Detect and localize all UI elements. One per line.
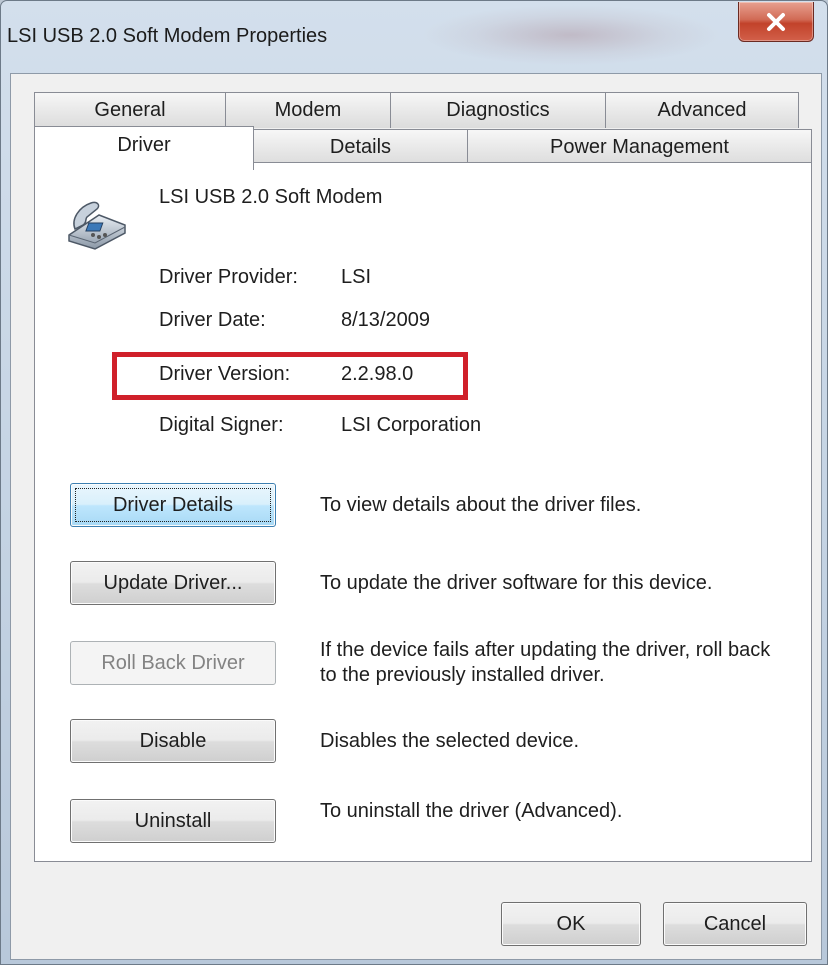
ok-button[interactable]: OK — [501, 902, 641, 946]
driver-version-label: Driver Version: — [159, 363, 291, 385]
cancel-button[interactable]: Cancel — [663, 902, 807, 946]
roll-back-driver-button[interactable]: Roll Back Driver — [70, 641, 276, 685]
driver-provider-label: Driver Provider: — [159, 266, 298, 288]
title-bar[interactable]: LSI USB 2.0 Soft Modem Properties — [1, 1, 827, 75]
driver-details-button[interactable]: Driver Details — [70, 483, 276, 527]
window-title: LSI USB 2.0 Soft Modem Properties — [7, 25, 328, 47]
device-name: LSI USB 2.0 Soft Modem — [159, 186, 383, 208]
disable-button[interactable]: Disable — [70, 719, 276, 763]
title-bar-glow — [421, 5, 721, 65]
driver-details-description: To view details about the driver files. — [320, 494, 642, 516]
update-driver-description: To update the driver software for this d… — [320, 572, 713, 594]
tab-details[interactable]: Details — [253, 129, 468, 165]
tab-diagnostics[interactable]: Diagnostics — [390, 92, 606, 128]
tab-advanced[interactable]: Advanced — [605, 92, 799, 128]
driver-date-label: Driver Date: — [159, 309, 266, 331]
close-icon — [767, 12, 785, 31]
dialog-client-area: General Modem Diagnostics Advanced Drive… — [10, 73, 822, 960]
roll-back-driver-description: If the device fails after updating the d… — [320, 639, 771, 686]
tab-general[interactable]: General — [34, 92, 226, 128]
driver-tab-panel: LSI USB 2.0 Soft Modem Driver Provider: … — [34, 162, 812, 862]
telephone-modem-icon — [68, 201, 126, 250]
properties-window: LSI USB 2.0 Soft Modem Properties Genera… — [0, 0, 828, 965]
tab-modem[interactable]: Modem — [225, 92, 391, 128]
digital-signer-value: LSI Corporation — [341, 414, 482, 436]
digital-signer-label: Digital Signer: — [159, 414, 284, 436]
disable-description: Disables the selected device. — [320, 730, 580, 752]
tab-power-management[interactable]: Power Management — [467, 129, 812, 165]
close-button[interactable] — [738, 2, 814, 42]
driver-version-value: 2.2.98.0 — [341, 363, 414, 385]
update-driver-button[interactable]: Update Driver... — [70, 561, 276, 605]
driver-date-value: 8/13/2009 — [341, 309, 430, 331]
driver-provider-value: LSI — [341, 266, 372, 288]
uninstall-description: To uninstall the driver (Advanced). — [320, 800, 623, 822]
uninstall-button[interactable]: Uninstall — [70, 799, 276, 843]
tab-driver[interactable]: Driver — [34, 126, 254, 170]
